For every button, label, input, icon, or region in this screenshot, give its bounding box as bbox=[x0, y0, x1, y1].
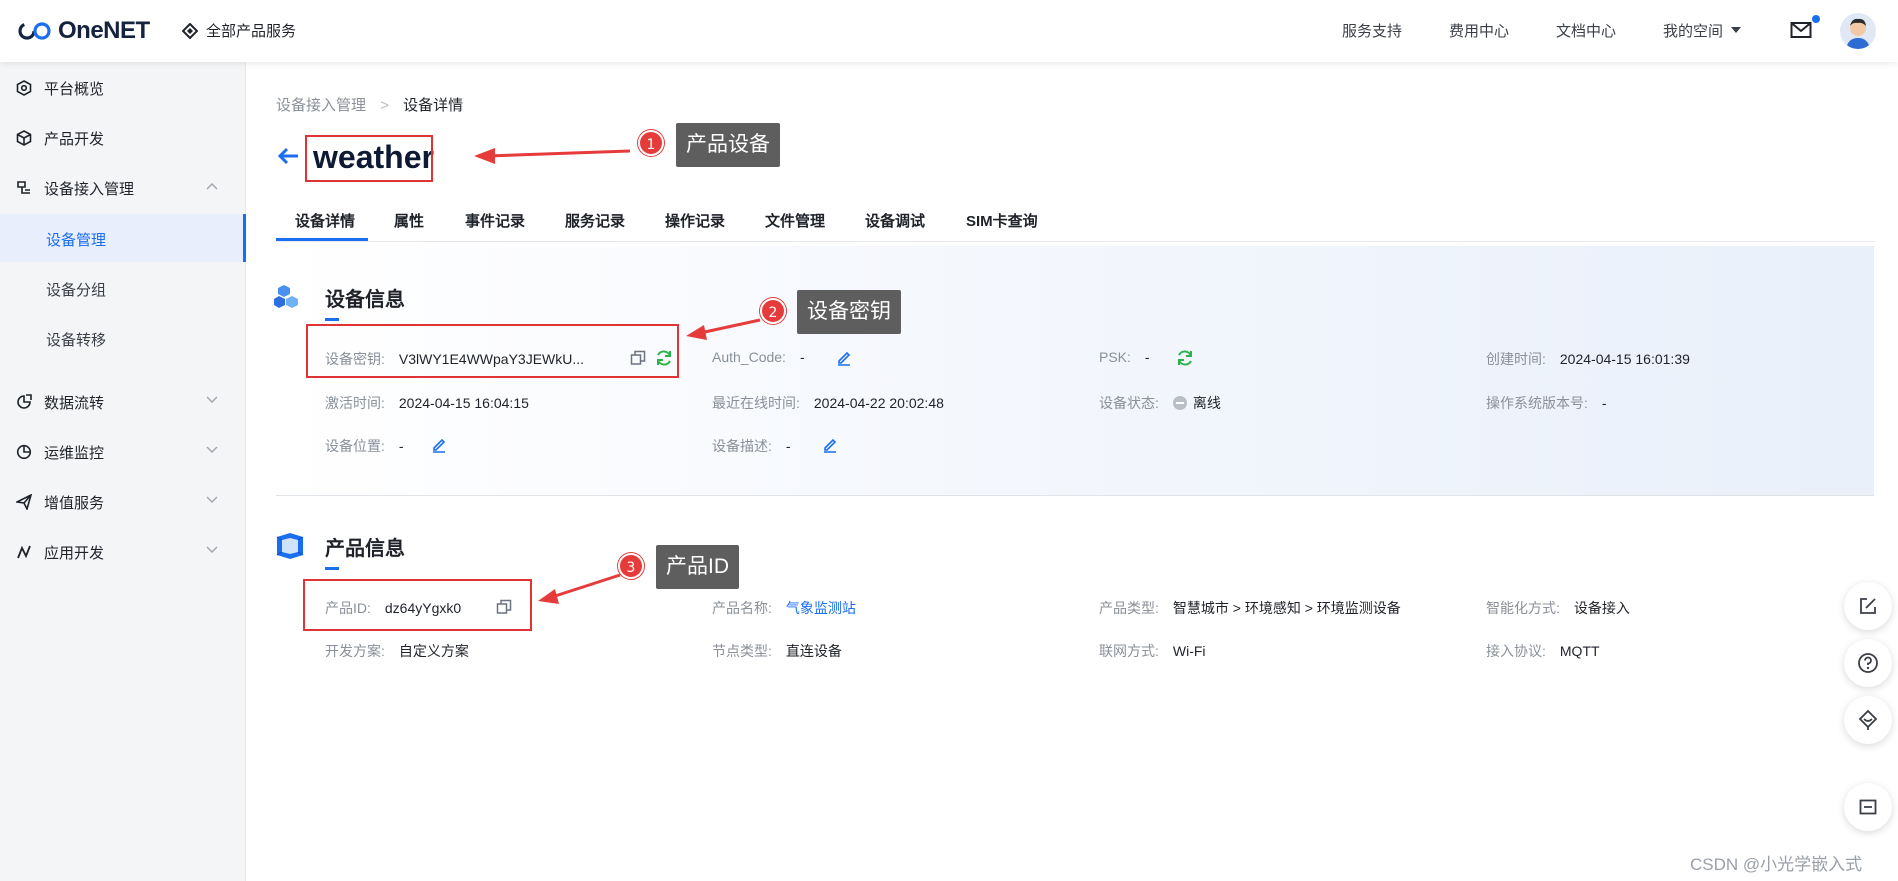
notification-dot bbox=[1812, 15, 1820, 23]
caret-down-icon bbox=[1731, 27, 1742, 33]
help-icon bbox=[1858, 653, 1878, 673]
annotation-label-2: 设备密钥 bbox=[797, 290, 901, 334]
annotation-label-1: 产品设备 bbox=[676, 123, 780, 167]
edit-feedback-icon bbox=[1860, 598, 1876, 614]
annotation-number-1: 1 bbox=[638, 130, 664, 156]
collapse-button[interactable] bbox=[1844, 783, 1892, 831]
collapse-icon bbox=[1859, 799, 1877, 815]
customer-service-button[interactable] bbox=[1844, 696, 1892, 744]
nav-billing-center[interactable]: 费用中心 bbox=[1449, 20, 1509, 41]
service-icon bbox=[1858, 709, 1878, 730]
top-bar: OneNET 全部产品服务 服务支持 费用中心 文档中心 我的空间 bbox=[0, 0, 1898, 62]
feedback-button[interactable] bbox=[1844, 582, 1892, 630]
annotation-label-3: 产品ID bbox=[656, 545, 739, 589]
logo-text: OneNET bbox=[58, 17, 150, 44]
onenet-logo[interactable]: OneNET bbox=[18, 17, 150, 44]
annotation-number-3: 3 bbox=[618, 553, 644, 579]
all-products-menu[interactable]: 全部产品服务 bbox=[182, 20, 296, 41]
all-products-label: 全部产品服务 bbox=[206, 23, 297, 40]
nav-my-space[interactable]: 我的空间 bbox=[1663, 20, 1742, 41]
help-button[interactable] bbox=[1844, 639, 1892, 687]
mail-icon[interactable] bbox=[1790, 20, 1812, 40]
annotation-number-2: 2 bbox=[760, 298, 786, 324]
avatar[interactable] bbox=[1840, 13, 1876, 49]
nav-my-space-label: 我的空间 bbox=[1663, 23, 1724, 40]
nav-service-support[interactable]: 服务支持 bbox=[1342, 20, 1402, 41]
watermark: CSDN @小光学嵌入式 bbox=[1690, 855, 1863, 874]
annotation-arrows bbox=[474, 148, 761, 604]
diamond-icon bbox=[182, 22, 198, 39]
nav-docs-center[interactable]: 文档中心 bbox=[1556, 20, 1616, 41]
logo-mark-icon bbox=[18, 20, 54, 42]
